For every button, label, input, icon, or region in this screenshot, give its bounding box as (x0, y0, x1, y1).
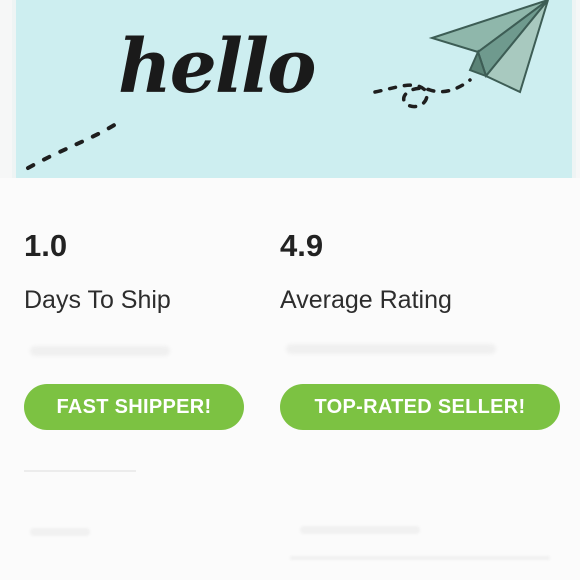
faded-row (290, 556, 550, 560)
days-to-ship-label: Days To Ship (24, 286, 171, 314)
average-rating-value: 4.9 (280, 228, 324, 263)
faded-row (30, 528, 90, 536)
banner-greeting: hello (118, 24, 316, 110)
seller-stats-page: hello 1.0 Days To Ship 4.9 Average Ratin… (0, 0, 580, 580)
faded-subtext (30, 346, 170, 356)
paper-plane-icon (428, 0, 549, 94)
flight-loop (373, 78, 472, 109)
faded-row (300, 526, 420, 534)
header-banner: hello (0, 0, 580, 178)
top-rated-seller-badge[interactable]: TOP-RATED SELLER! (280, 384, 560, 430)
average-rating-label: Average Rating (280, 286, 452, 314)
flight-trail (26, 122, 118, 170)
section-divider (24, 470, 136, 472)
faded-subtext (286, 344, 496, 354)
days-to-ship-value: 1.0 (24, 228, 68, 263)
fast-shipper-badge[interactable]: FAST SHIPPER! (24, 384, 244, 430)
